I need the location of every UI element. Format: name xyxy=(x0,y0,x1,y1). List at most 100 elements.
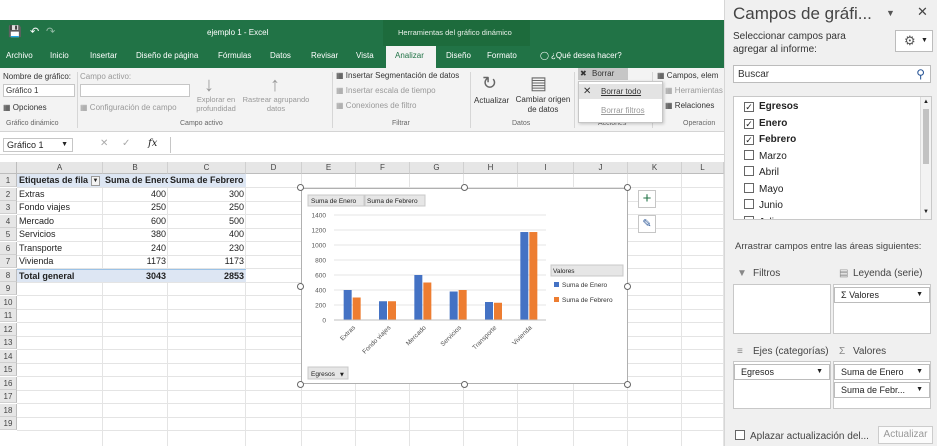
menu-item-clear-filters[interactable]: Borrar filtros xyxy=(601,106,645,115)
field-list-scrollbar[interactable]: ▲ ▼ xyxy=(920,97,931,219)
column-header[interactable]: I xyxy=(518,162,574,174)
formula-input[interactable] xyxy=(170,137,724,153)
relationships-button[interactable]: ▦ Relaciones xyxy=(665,101,714,110)
pivot-cell[interactable]: 250 xyxy=(168,201,246,214)
tab-analizar[interactable]: Analizar xyxy=(386,46,436,68)
change-source-button[interactable]: Cambiar origen de datos xyxy=(512,95,574,115)
pivot-cell[interactable]: 1173 xyxy=(103,255,168,268)
field-item[interactable]: ✓ Egresos xyxy=(744,99,798,115)
scroll-up-icon[interactable]: ▲ xyxy=(923,99,929,105)
row-header[interactable]: 3 xyxy=(0,201,17,214)
resize-handle[interactable] xyxy=(461,381,468,388)
field-config-button[interactable]: ▦ Configuración de campo xyxy=(80,103,177,112)
name-box[interactable]: Gráfico 1 ▼ xyxy=(3,138,73,152)
resize-handle[interactable] xyxy=(624,381,631,388)
save-icon[interactable]: 💾 xyxy=(8,25,22,38)
column-header[interactable]: B xyxy=(103,162,168,174)
values-drop-area[interactable]: Suma de Enero ▼ Suma de Febr... ▼ xyxy=(833,361,931,409)
pivot-total-cell[interactable]: Total general xyxy=(17,268,103,282)
checkbox-checked[interactable]: ✓ xyxy=(744,102,754,112)
pivot-cell[interactable]: Extras xyxy=(17,188,103,201)
chart-elements-button[interactable]: + xyxy=(638,190,656,208)
field-item[interactable]: Abril xyxy=(744,165,779,181)
search-box[interactable]: Buscar ⚲ xyxy=(733,65,931,83)
clear-dropdown-button[interactable]: ✖ Borrar xyxy=(578,68,628,80)
select-all-corner[interactable] xyxy=(0,162,17,174)
resize-handle[interactable] xyxy=(297,283,304,290)
field-item[interactable]: ✓ Febrero xyxy=(744,132,796,148)
row-header[interactable]: 18 xyxy=(0,403,17,417)
checkbox-unchecked[interactable] xyxy=(744,215,754,219)
column-header[interactable]: G xyxy=(410,162,464,174)
active-field-input[interactable] xyxy=(80,84,190,97)
checkbox-unchecked[interactable] xyxy=(744,182,754,193)
column-header[interactable]: H xyxy=(464,162,518,174)
drill-down-button[interactable]: Explorar en profundidad xyxy=(193,95,239,113)
field-item[interactable]: ✓ Enero xyxy=(744,116,787,132)
row-header[interactable]: 4 xyxy=(0,214,17,228)
cancel-icon[interactable]: ✕ xyxy=(100,138,108,149)
tab-vista[interactable]: Vista xyxy=(356,51,374,60)
tab-formulas[interactable]: Fórmulas xyxy=(218,51,251,60)
column-header[interactable]: E xyxy=(302,162,356,174)
value-chip-febrero[interactable]: Suma de Febr... ▼ xyxy=(834,382,930,398)
column-header[interactable]: K xyxy=(628,162,682,174)
pivot-cell[interactable]: 600 xyxy=(103,215,168,228)
slicer-button[interactable]: ▦ Insertar Segmentación de datos xyxy=(336,71,459,80)
pivot-cell[interactable]: 250 xyxy=(103,201,168,214)
undo-icon[interactable]: ↶ xyxy=(30,25,39,38)
row-header[interactable]: 1 xyxy=(0,174,17,187)
row-header[interactable]: 12 xyxy=(0,322,17,336)
row-header[interactable]: 2 xyxy=(0,187,17,201)
field-item[interactable]: Julio xyxy=(744,215,780,219)
tab-revisar[interactable]: Revisar xyxy=(311,51,338,60)
field-item[interactable]: Mayo xyxy=(744,182,783,198)
scrollbar-thumb[interactable] xyxy=(923,109,929,164)
pivot-cell[interactable]: 300 xyxy=(168,188,246,201)
pivot-cell[interactable]: 1173 xyxy=(168,255,246,268)
checkbox-checked[interactable]: ✓ xyxy=(744,135,754,145)
row-header[interactable]: 17 xyxy=(0,390,17,403)
tab-formato[interactable]: Formato xyxy=(487,51,517,60)
chevron-down-icon[interactable]: ▼ xyxy=(916,383,923,397)
checkbox-checked[interactable]: ✓ xyxy=(744,118,754,129)
resize-handle[interactable] xyxy=(297,184,304,191)
column-header[interactable]: D xyxy=(246,162,302,174)
axis-drop-area[interactable]: Egresos ▼ xyxy=(733,361,831,409)
legend-drop-area[interactable]: Σ Valores ▼ xyxy=(833,284,931,334)
chevron-down-icon[interactable]: ▼ xyxy=(916,365,923,379)
pivot-cell[interactable]: 400 xyxy=(103,188,168,201)
column-header[interactable]: J xyxy=(574,162,628,174)
legend-values-chip[interactable]: Σ Valores ▼ xyxy=(834,287,930,303)
resize-handle[interactable] xyxy=(297,381,304,388)
redo-icon[interactable]: ↷ xyxy=(46,25,55,38)
close-icon[interactable]: ✕ xyxy=(917,4,928,20)
pivot-header-cell[interactable]: Suma de Febrero xyxy=(168,174,246,187)
pivot-cell[interactable]: 230 xyxy=(168,242,246,255)
pane-settings-button[interactable]: ⚙ ▼ xyxy=(895,30,933,52)
tab-archivo[interactable]: Archivo xyxy=(6,51,33,60)
insert-function-icon[interactable]: fx xyxy=(148,138,157,149)
options-button[interactable]: ▦ Opciones xyxy=(3,103,47,112)
pivot-cell[interactable]: Transporte xyxy=(17,242,103,255)
row-header[interactable]: 14 xyxy=(0,349,17,363)
row-header[interactable]: 19 xyxy=(0,417,17,430)
row-header[interactable]: 9 xyxy=(0,282,17,295)
row-labels-filter-button[interactable]: ▼ xyxy=(91,176,100,186)
olap-tools-button[interactable]: ▦ Herramientas O xyxy=(665,86,724,95)
chart-styles-button[interactable]: ✎ xyxy=(638,215,656,233)
defer-update-checkbox[interactable]: Aplazar actualización del... xyxy=(735,430,869,442)
column-header[interactable]: A xyxy=(17,162,103,174)
filter-connections-button[interactable]: ▦ Conexiones de filtro xyxy=(336,101,417,110)
tab-diseno[interactable]: Diseño xyxy=(446,51,471,60)
pivot-cell[interactable]: 380 xyxy=(103,228,168,241)
checkbox-unchecked[interactable] xyxy=(744,166,754,176)
drill-up-button[interactable]: Rastrear agrupando datos xyxy=(240,95,312,113)
field-item[interactable]: Marzo xyxy=(744,149,787,165)
pivot-cell[interactable]: Fondo viajes xyxy=(17,201,103,214)
pane-options-chevron-icon[interactable]: ▼ xyxy=(886,8,895,18)
resize-handle[interactable] xyxy=(624,283,631,290)
row-header[interactable]: 5 xyxy=(0,228,17,241)
scroll-down-icon[interactable]: ▼ xyxy=(923,209,929,215)
pivot-cell[interactable]: Mercado xyxy=(17,215,103,228)
